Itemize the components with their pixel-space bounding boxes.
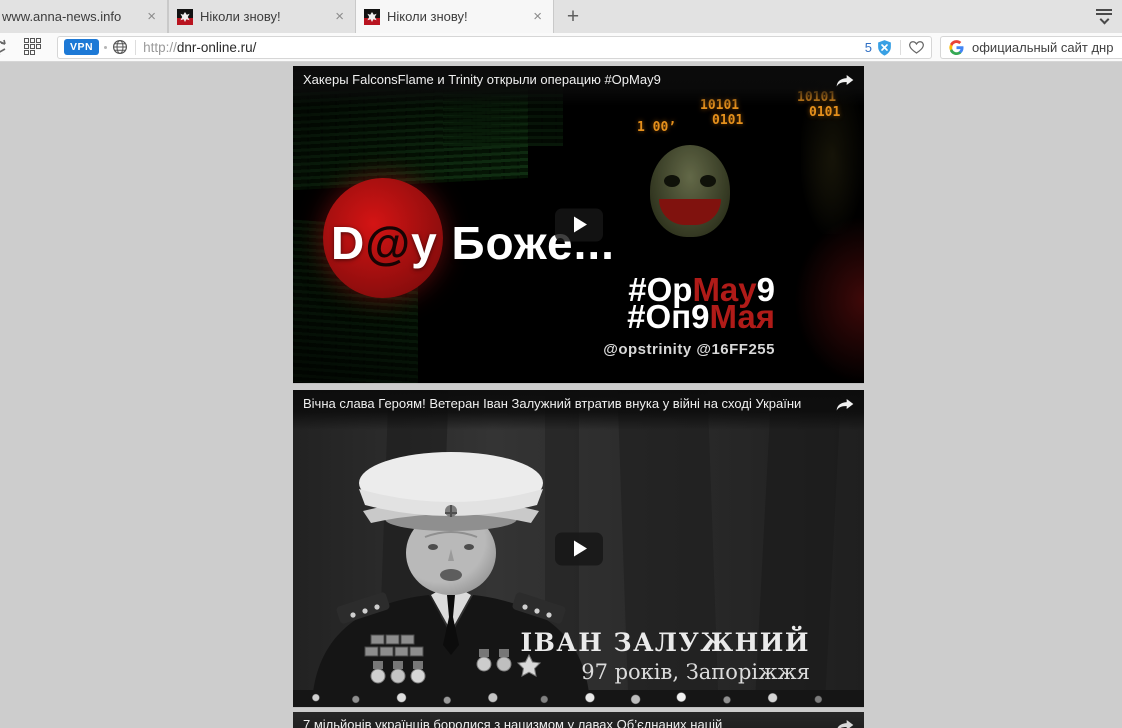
video-title-link[interactable]: Хакеры FalconsFlame и Trinity открыли оп… <box>293 66 864 106</box>
crowd-strip-art <box>293 690 864 707</box>
video-title-link[interactable]: Вічна слава Героям! Ветеран Іван Залужни… <box>293 390 864 430</box>
video-embed-partial[interactable]: 7 мільйонів українців боролися з нацизмо… <box>293 712 864 728</box>
dnr-favicon-icon <box>177 9 193 25</box>
tab-nikoly-znovu-2-active[interactable]: Ніколи знову! × <box>356 0 554 33</box>
blocked-ads-count: 5 <box>865 40 872 55</box>
video-embed-opmay9[interactable]: 1 00’ 10101 0101 10101 0101 D@y Боже... … <box>293 66 864 384</box>
clown-mask-art <box>650 145 730 237</box>
heart-bookmark-icon[interactable] <box>908 39 925 55</box>
separator-dot <box>104 46 107 49</box>
thumbnail-caption: ІВАН ЗАЛУЖНИЙ 97 років, Запоріжжя <box>521 628 810 684</box>
dnr-favicon-icon <box>364 9 380 25</box>
browser-window: www.anna-news.info × Ніколи знову! × Нік… <box>0 0 1122 728</box>
google-logo-icon <box>949 40 964 55</box>
play-icon <box>574 217 587 233</box>
page-content: 1 00’ 10101 0101 10101 0101 D@y Боже... … <box>0 62 1122 728</box>
search-query: официальный сайт днр <box>972 40 1113 55</box>
tab-menu-icon[interactable] <box>1094 7 1114 25</box>
tab-title: Ніколи знову! <box>387 9 523 24</box>
vpn-badge[interactable]: VPN <box>64 39 99 55</box>
twitter-handles: @opstrinity @16FF255 <box>603 336 775 363</box>
video-title-link[interactable]: 7 мільйонів українців боролися з нацизмо… <box>293 712 864 728</box>
adblock-shield-icon[interactable] <box>876 39 893 56</box>
url-host: dnr-online.ru/ <box>177 40 257 55</box>
divider <box>135 40 136 55</box>
play-button[interactable] <box>555 208 603 241</box>
search-box[interactable]: официальный сайт днр <box>940 36 1122 59</box>
share-icon[interactable] <box>835 716 855 728</box>
url-text: http://dnr-online.ru/ <box>143 40 865 55</box>
video-embed-zaluzhnyi[interactable]: ІВАН ЗАЛУЖНИЙ 97 років, Запоріжжя Вічна … <box>293 390 864 708</box>
close-icon[interactable]: × <box>144 8 159 25</box>
binary-overlay-text: 1 00’ <box>637 120 676 135</box>
close-icon[interactable]: × <box>332 8 347 25</box>
divider <box>900 40 901 55</box>
address-field[interactable]: VPN http://dnr-online.ru/ 5 <box>57 36 932 59</box>
tab-bar: www.anna-news.info × Ніколи знову! × Нік… <box>0 0 1122 33</box>
url-scheme: http:// <box>143 40 177 55</box>
tab-tiling-icon[interactable] <box>0 37 16 57</box>
new-tab-button[interactable]: + <box>554 0 592 33</box>
speed-dial-icon[interactable] <box>24 38 43 57</box>
veteran-age-city: 97 років, Запоріжжя <box>521 660 810 684</box>
play-button[interactable] <box>555 532 603 565</box>
veteran-name: ІВАН ЗАЛУЖНИЙ <box>521 628 810 657</box>
video-column: 1 00’ 10101 0101 10101 0101 D@y Боже... … <box>293 66 864 728</box>
tab-title: Ніколи знову! <box>200 9 325 24</box>
tab-nikoly-znovu-1[interactable]: Ніколи знову! × <box>168 0 356 33</box>
address-bar: VPN http://dnr-online.ru/ 5 <box>0 33 1122 62</box>
play-icon <box>574 541 587 557</box>
tab-title: www.anna-news.info <box>2 9 137 24</box>
share-icon[interactable] <box>835 71 855 89</box>
tab-anna-news[interactable]: www.anna-news.info × <box>0 0 168 33</box>
close-icon[interactable]: × <box>530 8 545 25</box>
hashtag-block: #OpMay9 #Оп9Мая @opstrinity @16FF255 <box>603 276 775 363</box>
globe-icon <box>112 39 128 55</box>
share-icon[interactable] <box>835 395 855 413</box>
